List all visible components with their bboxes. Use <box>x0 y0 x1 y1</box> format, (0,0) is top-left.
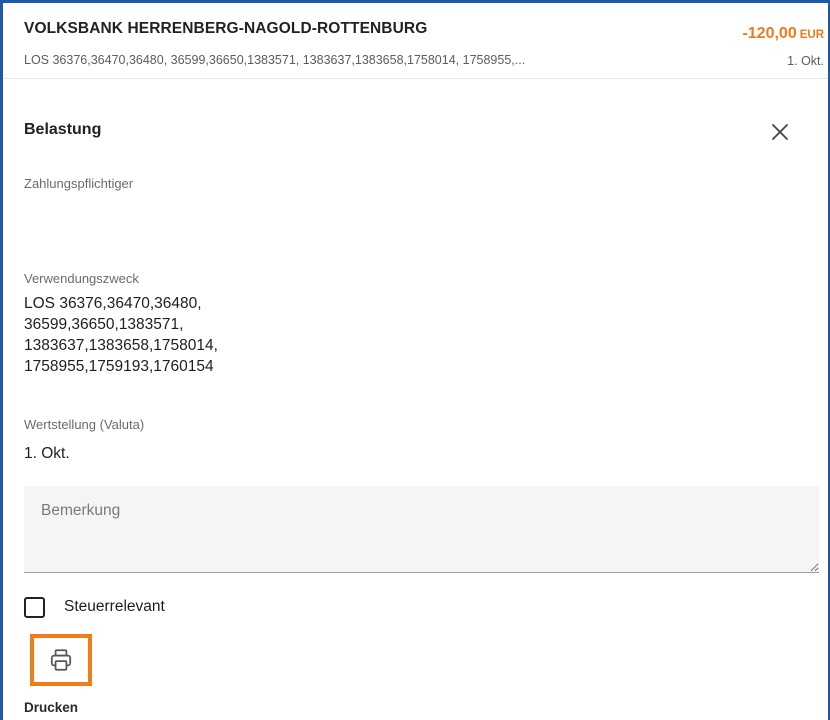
note-field[interactable] <box>24 486 819 573</box>
print-label: Drucken <box>24 700 79 715</box>
purpose-line: LOS 36376,36470,36480, <box>24 295 202 312</box>
purpose-line: 36599,36650,1383571, <box>24 316 184 333</box>
detail-title: Belastung <box>24 121 102 138</box>
print-button[interactable] <box>30 634 92 686</box>
purpose-label: Verwendungszweck <box>24 271 139 286</box>
transaction-summary[interactable]: VOLKSBANK HERRENBERG-NAGOLD-ROTTENBURG L… <box>3 3 828 79</box>
purpose-line: 1758955,1759193,1760154 <box>24 358 214 375</box>
printer-icon <box>50 649 72 671</box>
purpose-text: LOS 36376,36470,36480, 36599,36650,13835… <box>24 293 324 377</box>
booking-date: 1. Okt. <box>787 54 824 68</box>
amount: -120,00 EUR <box>742 25 824 43</box>
purpose-line: 1383637,1383658,1758014, <box>24 337 218 354</box>
close-button[interactable] <box>768 120 792 144</box>
payer-label: Zahlungspflichtiger <box>24 176 134 191</box>
tax-relevant-toggle[interactable]: Steuerrelevant <box>24 595 165 619</box>
amount-value: -120,00 <box>742 25 797 42</box>
valuta-label: Wertstellung (Valuta) <box>24 417 145 432</box>
valuta-value: 1. Okt. <box>24 445 70 462</box>
purpose-preview: LOS 36376,36470,36480, 36599,36650,13835… <box>24 53 526 67</box>
transaction-detail-panel: VOLKSBANK HERRENBERG-NAGOLD-ROTTENBURG L… <box>0 0 830 720</box>
close-icon <box>772 124 788 140</box>
tax-relevant-checkbox[interactable] <box>24 596 45 618</box>
tax-relevant-label: Steuerrelevant <box>64 598 165 615</box>
amount-currency: EUR <box>799 29 824 41</box>
payee-name: VOLKSBANK HERRENBERG-NAGOLD-ROTTENBURG <box>24 20 428 37</box>
